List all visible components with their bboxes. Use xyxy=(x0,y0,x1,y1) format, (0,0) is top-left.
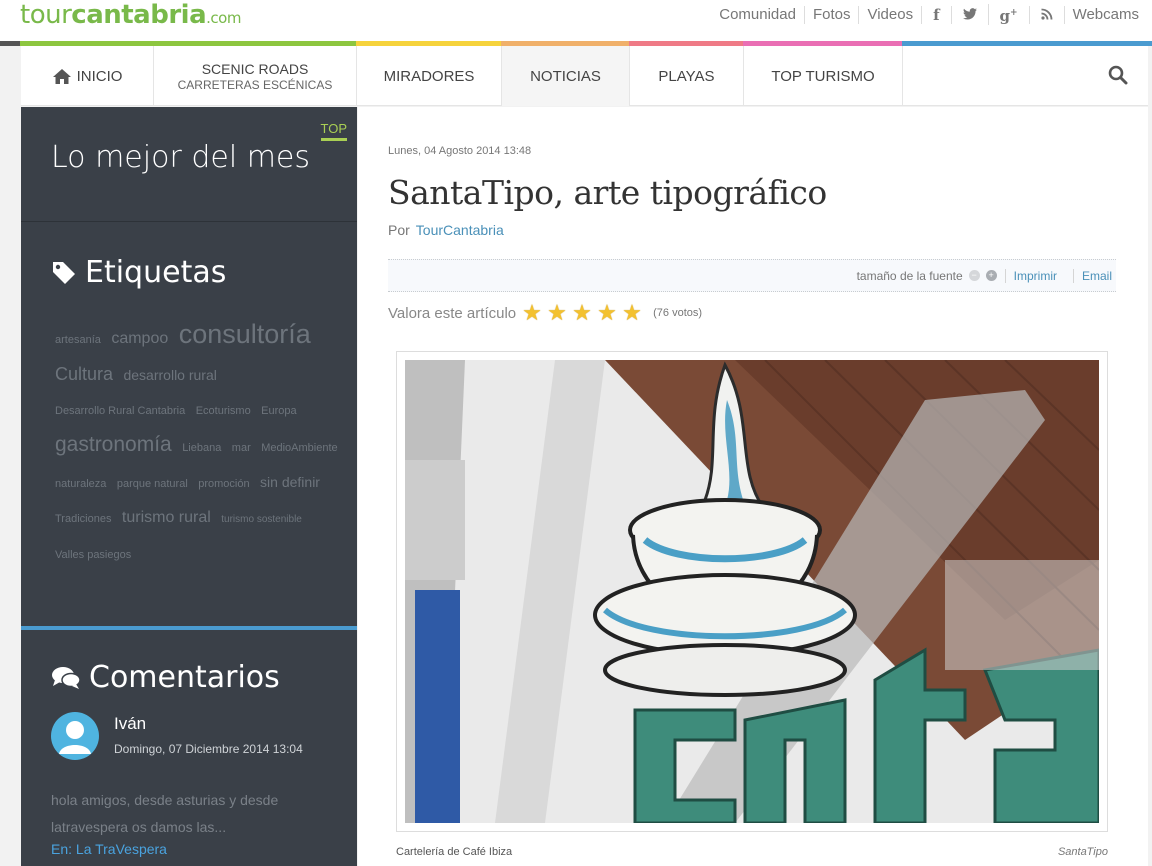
tag-link[interactable]: MedioAmbiente xyxy=(261,442,337,454)
tag-link[interactable]: Ecoturismo xyxy=(196,405,251,417)
comment-date: Domingo, 07 Diciembre 2014 13:04 xyxy=(114,742,303,756)
tag-link[interactable]: mar xyxy=(232,442,251,454)
comments-heading: Comentarios xyxy=(51,660,280,695)
top-badge[interactable]: TOP xyxy=(320,121,347,141)
font-decrease-icon[interactable]: − xyxy=(968,270,980,281)
article-tools-bar: tamaño de la fuente − + Imprimir Email xyxy=(388,259,1116,292)
tag-link[interactable]: consultoría xyxy=(179,319,311,349)
rating-star-icon[interactable]: ★ xyxy=(597,302,622,324)
nav-label-miradores: MIRADORES xyxy=(383,67,475,85)
nav-item-miradores[interactable]: MIRADORES xyxy=(357,46,502,106)
twitter-icon[interactable] xyxy=(950,5,988,24)
top-links: Comunidad Fotos Videos f g+ Webcams xyxy=(711,4,1147,25)
comments-icon xyxy=(52,666,81,689)
article-title: SantaTipo, arte tipográfico xyxy=(388,173,827,212)
nav-item-scenic-roads[interactable]: SCENIC ROADS CARRETERAS ESCÉNICAS xyxy=(154,46,357,106)
search-button[interactable] xyxy=(1108,65,1128,90)
tag-link[interactable]: naturaleza xyxy=(55,478,106,490)
tags-heading: Etiquetas xyxy=(51,255,226,290)
nav-label-inicio: INICIO xyxy=(76,67,123,85)
email-link[interactable]: Email xyxy=(1072,268,1112,283)
comment-author[interactable]: Iván xyxy=(114,714,146,734)
article-main: Lunes, 04 Agosto 2014 13:48 SantaTipo, a… xyxy=(358,107,1148,866)
photo-caption: Cartelería de Café Ibiza xyxy=(396,846,513,858)
tag-link[interactable]: campoo xyxy=(111,330,168,347)
tag-link[interactable]: artesanía xyxy=(55,334,101,346)
facebook-icon[interactable]: f xyxy=(921,5,950,24)
tag-link[interactable]: turismo sostenible xyxy=(221,514,302,525)
google-plus-icon[interactable]: g+ xyxy=(987,4,1029,25)
nav-item-noticias[interactable]: NOTICIAS xyxy=(502,46,630,106)
tag-link[interactable]: Tradiciones xyxy=(55,513,111,525)
article-photo-frame xyxy=(396,351,1108,832)
print-link[interactable]: Imprimir xyxy=(1004,268,1065,283)
tag-link[interactable]: turismo rural xyxy=(122,509,211,526)
byline-prefix: Por xyxy=(388,222,410,238)
nav-label-scenic-roads: SCENIC ROADS xyxy=(201,60,309,77)
tag-link[interactable]: Europa xyxy=(261,405,296,417)
sidebar: Lo mejor del mes TOP Etiquetas artesanía… xyxy=(21,107,357,866)
top-link-comunidad[interactable]: Comunidad xyxy=(711,6,804,24)
top-link-fotos[interactable]: Fotos xyxy=(803,5,859,24)
cafe-sign-photo xyxy=(405,360,1099,823)
comment-article-link[interactable]: En: La TraVespera xyxy=(51,841,167,857)
nav-label-noticias: NOTICIAS xyxy=(530,67,601,85)
logo-part-com: .com xyxy=(206,9,241,27)
rating-stars: ★ ★ ★ ★ ★ xyxy=(522,302,647,324)
tag-link[interactable]: promoción xyxy=(198,478,249,490)
site-logo[interactable]: tourcantabria.com xyxy=(20,0,241,30)
tag-link[interactable]: sin definir xyxy=(260,474,320,490)
article-byline: Por TourCantabria xyxy=(388,222,504,238)
best-of-month-title: Lo mejor del mes xyxy=(51,140,310,175)
top-link-webcams[interactable]: Webcams xyxy=(1063,5,1147,24)
comment-text[interactable]: hola amigos, desde asturias y desde latr… xyxy=(51,787,331,841)
nav-item-inicio[interactable]: INICIO xyxy=(21,46,154,106)
nav-sublabel-carreteras: CARRETERAS ESCÉNICAS xyxy=(177,77,333,92)
rating-star-icon[interactable]: ★ xyxy=(547,302,572,324)
font-size-label: tamaño de la fuente xyxy=(856,268,963,283)
article-photo[interactable] xyxy=(405,360,1099,823)
tag-link[interactable]: Liebana xyxy=(182,442,221,454)
tag-link[interactable]: Valles pasiegos xyxy=(55,549,131,561)
rating-star-icon[interactable]: ★ xyxy=(572,302,597,324)
tag-link[interactable]: parque natural xyxy=(117,478,188,490)
author-link[interactable]: TourCantabria xyxy=(416,222,504,238)
votes-count: (76 votos) xyxy=(653,307,703,319)
tag-link[interactable]: Desarrollo Rural Cantabria xyxy=(55,405,185,417)
logo-part-tour: tour xyxy=(20,0,72,30)
tag-link[interactable]: Cultura xyxy=(55,364,113,384)
tags-title: Etiquetas xyxy=(85,255,227,290)
article-rating: Valora este artículo ★ ★ ★ ★ ★ (76 votos) xyxy=(388,302,703,324)
font-size-control: tamaño de la fuente − + xyxy=(857,269,997,283)
nav-label-playas: PLAYAS xyxy=(658,67,715,85)
search-icon xyxy=(1108,65,1128,85)
comments-separator xyxy=(21,626,357,630)
tag-link[interactable]: gastronomía xyxy=(55,433,172,456)
home-icon xyxy=(52,68,71,84)
comments-title: Comentarios xyxy=(89,660,280,695)
top-link-videos[interactable]: Videos xyxy=(858,5,921,24)
user-icon xyxy=(59,721,91,754)
strip-dark-segment xyxy=(0,41,20,46)
tag-cloud: artesanía campoo consultoría Cultura des… xyxy=(55,317,345,572)
main-nav: INICIO SCENIC ROADS CARRETERAS ESCÉNICAS… xyxy=(21,46,1148,106)
best-of-month-block: Lo mejor del mes TOP xyxy=(21,107,357,222)
article-date: Lunes, 04 Agosto 2014 13:48 xyxy=(388,145,532,157)
avatar[interactable] xyxy=(51,712,99,760)
nav-item-top-turismo[interactable]: TOP TURISMO xyxy=(744,46,903,106)
rss-icon[interactable] xyxy=(1028,5,1064,24)
photo-credit: SantaTipo xyxy=(1057,846,1108,858)
rating-star-icon[interactable]: ★ xyxy=(522,302,547,324)
nav-item-playas[interactable]: PLAYAS xyxy=(630,46,744,106)
top-bar: tourcantabria.com Comunidad Fotos Videos… xyxy=(0,0,1152,41)
rating-star-icon[interactable]: ★ xyxy=(622,302,647,324)
tag-link[interactable]: desarrollo rural xyxy=(123,367,216,383)
rating-label: Valora este artículo xyxy=(388,304,517,322)
nav-label-top-turismo: TOP TURISMO xyxy=(771,67,875,85)
logo-part-cantabria: cantabria xyxy=(71,0,207,30)
font-increase-icon[interactable]: + xyxy=(985,270,997,281)
tag-icon xyxy=(53,261,75,284)
